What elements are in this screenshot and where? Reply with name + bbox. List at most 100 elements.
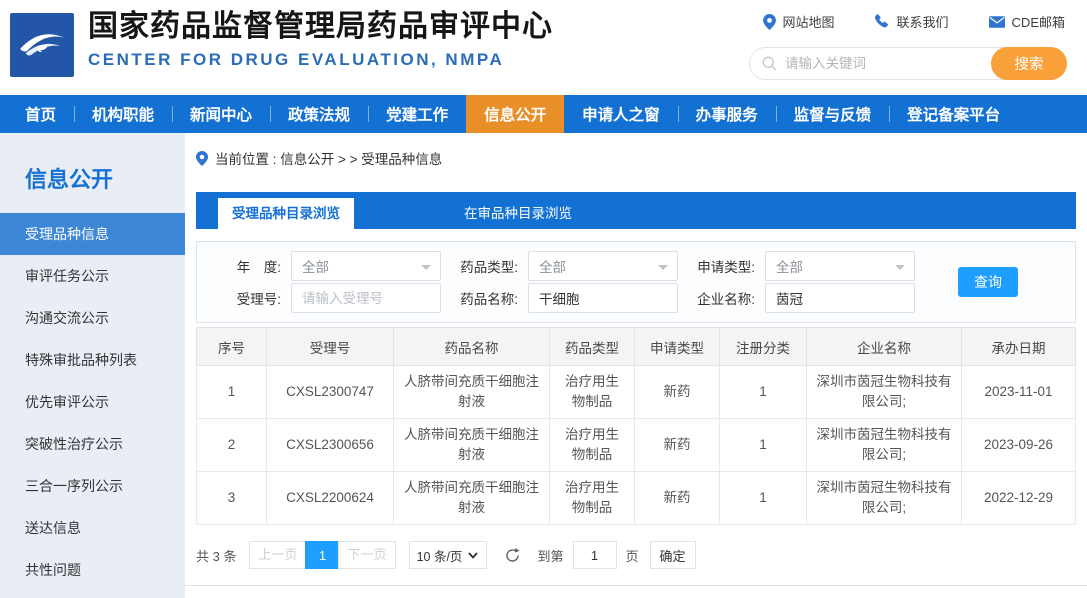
- cell-drug-type: 治疗用生物制品: [550, 366, 635, 419]
- apply-type-select-value: 全部: [776, 256, 803, 276]
- results-table: 序号 受理号 药品名称 药品类型 申请类型 注册分类 企业名称 承办日期 1 C…: [196, 327, 1076, 525]
- search-button[interactable]: 搜索: [991, 47, 1067, 80]
- nav-item-home[interactable]: 首页: [7, 95, 74, 133]
- nav-item-news[interactable]: 新闻中心: [172, 95, 270, 133]
- col-header-reg-class: 注册分类: [720, 328, 807, 366]
- site-title: 国家药品监督管理局药品审评中心: [88, 9, 553, 45]
- col-header-company: 企业名称: [807, 328, 962, 366]
- cell-date: 2023-11-01: [962, 366, 1076, 419]
- contact-us-label: 联系我们: [897, 12, 949, 31]
- cell-seq: 3: [197, 472, 267, 525]
- next-page-button[interactable]: 下一页: [338, 541, 395, 569]
- sidebar-item-three-in-one-publicity[interactable]: 三合一序列公示: [0, 465, 185, 507]
- year-select-value: 全部: [302, 256, 329, 276]
- acceptance-no-label: 受理号:: [217, 288, 281, 308]
- drug-type-select[interactable]: 全部: [528, 251, 678, 281]
- total-count-label: 共 3 条: [196, 546, 236, 565]
- drug-name-input[interactable]: [539, 291, 667, 306]
- sidebar-item-priority-review-publicity[interactable]: 优先审评公示: [0, 381, 185, 423]
- apply-type-select[interactable]: 全部: [765, 251, 915, 281]
- goto-page-input[interactable]: [573, 541, 617, 569]
- search-input[interactable]: [785, 56, 986, 71]
- col-header-date: 承办日期: [962, 328, 1076, 366]
- company-name-label: 企业名称:: [691, 288, 755, 308]
- cell-company: 深圳市茵冠生物科技有限公司;: [807, 366, 962, 419]
- nav-item-info-disclosure[interactable]: 信息公开: [466, 95, 564, 133]
- refresh-icon: [504, 547, 521, 564]
- drug-type-select-value: 全部: [539, 256, 566, 276]
- col-header-seq: 序号: [197, 328, 267, 366]
- tab-accepted-catalog[interactable]: 受理品种目录浏览: [218, 198, 354, 229]
- cell-acceptance-no: CXSL2200624: [267, 472, 394, 525]
- page-size-value: 10 条/页: [417, 546, 463, 565]
- footer-divider: [185, 585, 1087, 586]
- filter-row-1: 年 度: 全部 药品类型: 全部 申请类型: 全部: [217, 251, 1075, 281]
- breadcrumb-pin-icon: [196, 151, 208, 166]
- sidebar-item-review-task-publicity[interactable]: 审评任务公示: [0, 255, 185, 297]
- cell-date: 2022-12-29: [962, 472, 1076, 525]
- location-pin-icon: [763, 14, 776, 30]
- sitemap-link[interactable]: 网站地图: [763, 12, 835, 31]
- nav-item-services[interactable]: 办事服务: [678, 95, 776, 133]
- cell-acceptance-no: CXSL2300656: [267, 419, 394, 472]
- logo-swoosh-icon: [15, 24, 69, 66]
- cell-apply-type: 新药: [635, 419, 720, 472]
- filter-row-2: 受理号: 药品名称: 企业名称:: [217, 283, 1075, 313]
- breadcrumb-text: 当前位置 : 信息公开 > > 受理品种信息: [215, 148, 442, 168]
- cell-reg-class: 1: [720, 366, 807, 419]
- main-navigation: 首页 机构职能 新闻中心 政策法规 党建工作 信息公开 申请人之窗 办事服务 监…: [0, 95, 1087, 133]
- col-header-drug-name: 药品名称: [394, 328, 550, 366]
- nav-item-supervision-feedback[interactable]: 监督与反馈: [776, 95, 890, 133]
- table-row: 2 CXSL2300656 人脐带间充质干细胞注射液 治疗用生物制品 新药 1 …: [197, 419, 1076, 472]
- cell-seq: 2: [197, 419, 267, 472]
- sidebar-item-breakthrough-therapy-publicity[interactable]: 突破性治疗公示: [0, 423, 185, 465]
- header-quick-links: 网站地图 联系我们 CDE邮箱: [763, 12, 1065, 31]
- cell-drug-name: 人脐带间充质干细胞注射液: [394, 366, 550, 419]
- current-page-button[interactable]: 1: [305, 541, 339, 569]
- acceptance-no-input[interactable]: [302, 291, 430, 306]
- sidebar-item-delivery-info[interactable]: 送达信息: [0, 507, 185, 549]
- sidebar-item-communication-publicity[interactable]: 沟通交流公示: [0, 297, 185, 339]
- brand-block: 国家药品监督管理局药品审评中心 CENTER FOR DRUG EVALUATI…: [88, 9, 553, 70]
- company-name-input[interactable]: [776, 291, 904, 306]
- cde-mail-link[interactable]: CDE邮箱: [989, 12, 1065, 31]
- contact-us-link[interactable]: 联系我们: [875, 12, 949, 31]
- nav-item-registration-platform[interactable]: 登记备案平台: [889, 95, 1018, 133]
- page-size-select[interactable]: 10 条/页: [409, 541, 487, 569]
- sidebar-item-common-issues[interactable]: 共性问题: [0, 549, 185, 591]
- page-body: 信息公开 受理品种信息 审评任务公示 沟通交流公示 特殊审批品种列表 优先审评公…: [0, 133, 1087, 598]
- phone-icon: [875, 14, 890, 29]
- mail-icon: [989, 16, 1005, 28]
- site-subtitle: CENTER FOR DRUG EVALUATION, NMPA: [88, 50, 553, 70]
- tab-bar: 受理品种目录浏览 在审品种目录浏览: [196, 192, 1076, 229]
- nav-item-policies[interactable]: 政策法规: [270, 95, 368, 133]
- nav-item-party-building[interactable]: 党建工作: [368, 95, 466, 133]
- cde-logo[interactable]: [10, 13, 74, 77]
- tab-under-review-catalog[interactable]: 在审品种目录浏览: [450, 198, 586, 229]
- sidebar-item-accepted-variety-info[interactable]: 受理品种信息: [0, 213, 185, 255]
- cell-company: 深圳市茵冠生物科技有限公司;: [807, 472, 962, 525]
- drug-type-label: 药品类型:: [454, 256, 518, 276]
- sitemap-label: 网站地图: [783, 12, 835, 31]
- sidebar-item-special-approval-list[interactable]: 特殊审批品种列表: [0, 339, 185, 381]
- year-select[interactable]: 全部: [291, 251, 441, 281]
- pagination: 共 3 条 上一页 1 下一页 10 条/页 到第 页 确定: [196, 541, 1087, 569]
- cell-date: 2023-09-26: [962, 419, 1076, 472]
- nav-item-applicant-window[interactable]: 申请人之窗: [564, 95, 678, 133]
- goto-page-unit: 页: [626, 546, 639, 565]
- refresh-button[interactable]: [504, 546, 522, 564]
- chevron-down-icon: [895, 265, 905, 270]
- nav-item-functions[interactable]: 机构职能: [74, 95, 172, 133]
- confirm-button[interactable]: 确定: [650, 541, 696, 569]
- cell-drug-name: 人脐带间充质干细胞注射液: [394, 472, 550, 525]
- cell-drug-name: 人脐带间充质干细胞注射液: [394, 419, 550, 472]
- main-content: 当前位置 : 信息公开 > > 受理品种信息 受理品种目录浏览 在审品种目录浏览…: [185, 133, 1087, 598]
- acceptance-no-field: [291, 283, 441, 313]
- cell-reg-class: 1: [720, 472, 807, 525]
- cell-drug-type: 治疗用生物制品: [550, 472, 635, 525]
- filter-panel: 年 度: 全部 药品类型: 全部 申请类型: 全部 受理号:: [196, 241, 1076, 323]
- col-header-acceptance-no: 受理号: [267, 328, 394, 366]
- cell-acceptance-no: CXSL2300747: [267, 366, 394, 419]
- query-button[interactable]: 查询: [958, 267, 1018, 297]
- prev-page-button[interactable]: 上一页: [249, 541, 306, 569]
